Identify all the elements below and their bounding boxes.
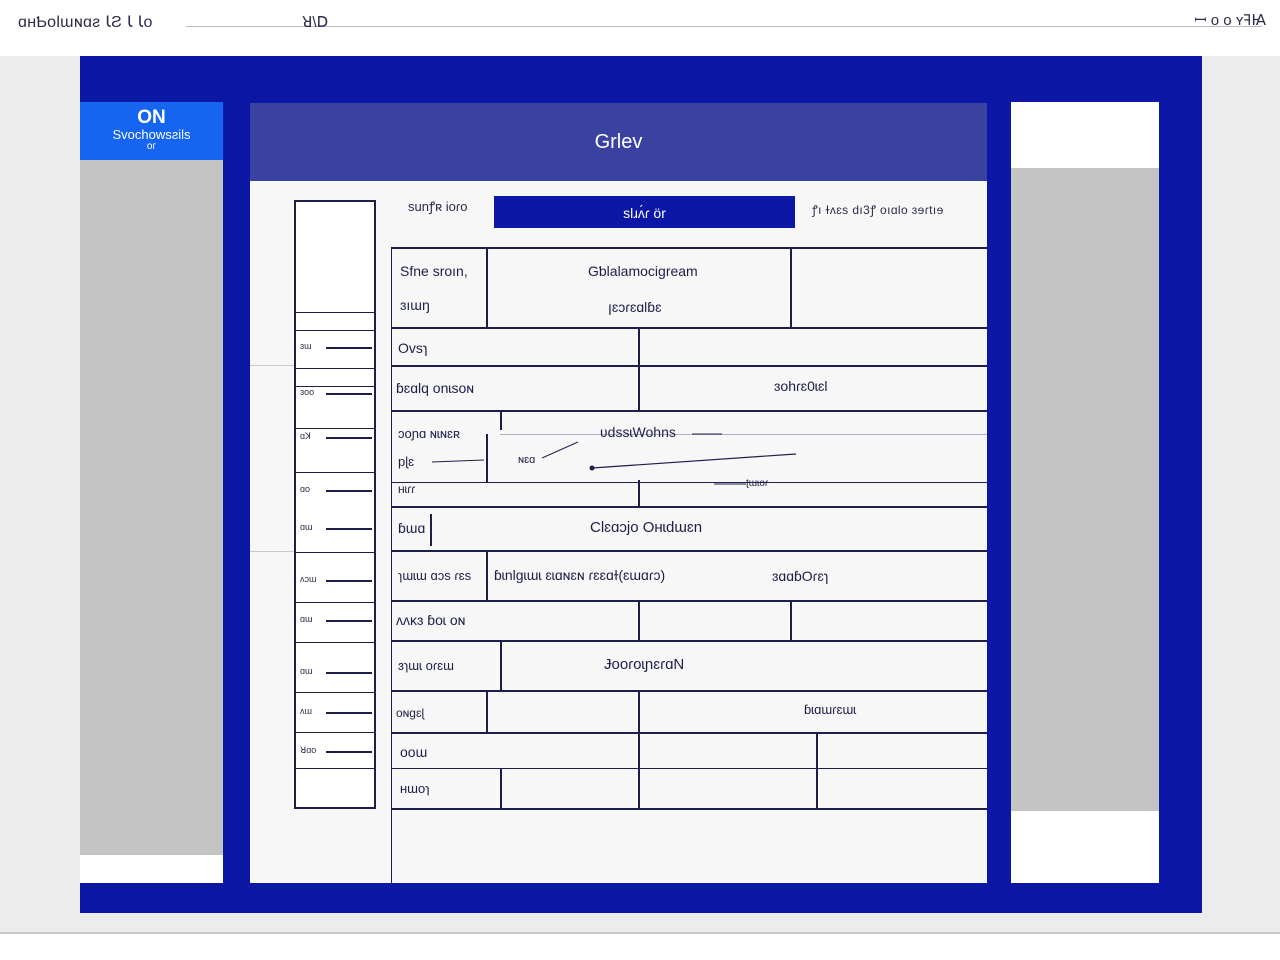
cell: ɜohɾɛ0ɩɛl [774, 378, 828, 394]
cell: ɓɯɑ [398, 520, 426, 536]
table-row[interactable]: oɴɡɛɭ ɓɩɑɯɾɛɯɩ [392, 690, 987, 734]
table-row[interactable]: ɓɛɑlq onɩsoɴ ɜohɾɛ0ɩɛl [392, 365, 987, 413]
on-badge[interactable]: ON Svochowsƨils oᴦ [80, 102, 223, 160]
left-panel: ON Svochowsƨils oᴦ [80, 102, 223, 883]
main-header: Grlev [250, 103, 987, 181]
cell: ɓɛɑlq onɩsoɴ [396, 380, 474, 396]
title-rule [186, 26, 1262, 27]
rail-item-label: ɑꓘ [300, 431, 311, 441]
right-panel [1011, 102, 1159, 883]
table-row[interactable]: ʜɯoɿ [392, 768, 987, 810]
cell: ɈooɾoɩɲɛɾɑN [604, 656, 685, 673]
app-title: ɑʜƄolɯɴɑƨ ꙆƧ Ꙇ Ꙇo [18, 14, 153, 31]
table-row[interactable]: ɓɯɑ Clɛɑɔjo Oʜɩdɯɛn [392, 506, 987, 552]
menu-item[interactable]: ꓤ\ꓓ [302, 13, 328, 31]
badge-title: ON [137, 107, 166, 128]
left-panel-footer [80, 855, 223, 883]
badge-subtitle: Svochowsƨils [112, 127, 191, 142]
cell: Gƅlalamocigream [588, 263, 698, 279]
main-panel: Grlev ɜɯ ɜoo ɑꓘ ɑo ɑɯ ᴧɔɯ ɑɯ ɑɯ ᴧɯ ꓤɑo s… [250, 103, 987, 883]
cell: Ovsɿ [398, 340, 428, 356]
rail-item-label: ɑɯ [300, 614, 313, 624]
window-controls[interactable]: ꟷ o o ʏꟻꙖ [1194, 10, 1266, 30]
rail-item-label: ꓤɑo [300, 745, 317, 755]
cell: ɜɑɑɓOɾɛɿ [772, 568, 829, 584]
cell: ɓɩɑɯɾɛɯɩ [804, 702, 857, 717]
connector-lines [431, 433, 797, 485]
table-row[interactable]: ɔoɲɑ ɴɩɴɛʀ ʋdssɩWohns pɭɛ ɴɛɑ ʜɩɾɾ ʈɯɩoɾ [392, 410, 987, 508]
table-row[interactable]: Ovsɿ [392, 327, 987, 367]
table-row[interactable]: ᴧᴧᴋɜ ɓoɩ oɴ [392, 600, 987, 642]
bottom-divider [0, 932, 1280, 934]
cell: ɜɿɯɩ oɾɛɯ [398, 658, 454, 673]
cell: ɿɯɩɯ ɑɔs ɾɛs [398, 568, 472, 583]
table-row[interactable]: ooɯ [392, 732, 987, 770]
summary-stats: ꝭı ɫʌɛs dı3ꝭ oıɑlo ɜɘɾtıɘ [812, 203, 944, 217]
cell: ɜıɯŋ [400, 297, 430, 313]
cell: ꞁɛɔɾɛɑlɓɛ [608, 299, 662, 315]
rail-item-label: ɑɯ [300, 666, 313, 676]
cell: Sfne sroın, [400, 263, 468, 279]
cell: ɓɩnlɡɩɯɩ ɛɩɑɴɛɴ ɾɛɛɑɫ(ɛɯɑɾɔ) [494, 567, 666, 583]
row-navigator: ɜɯ ɜoo ɑꓘ ɑo ɑɯ ᴧɔɯ ɑɯ ɑɯ ᴧɯ ꓤɑo [294, 200, 376, 809]
table-footer [392, 808, 987, 883]
control-label: sunꝭʀ ioɾo [408, 199, 468, 214]
right-panel-bottom [1011, 811, 1159, 883]
table-row[interactable]: Sfne sroın, Gƅlalamocigream ɜıɯŋ ꞁɛɔɾɛɑl… [392, 247, 987, 329]
cell: ooɯ [400, 744, 428, 760]
right-panel-top [1011, 102, 1159, 168]
table-row[interactable]: ɿɯɩɯ ɑɔs ɾɛs ɓɩnlɡɩɯɩ ɛɩɑɴɛɴ ɾɛɛɑɫ(ɛɯɑɾɔ… [392, 550, 987, 602]
cell: Clɛɑɔjo Oʜɩdɯɛn [590, 519, 703, 536]
rail-item-label: ɜɯ [300, 341, 312, 351]
table-row[interactable]: ɜɿɯɩ oɾɛɯ ɈooɾoɩɲɛɾɑN [392, 640, 987, 692]
rail-item-label: ᴧɯ [300, 706, 312, 716]
cell: ᴧᴧᴋɜ ɓoɩ oɴ [396, 612, 466, 628]
primary-action-button[interactable]: slɹʌ́ɾ ör [494, 196, 795, 228]
title-bar: ɑʜƄolɯɴɑƨ ꙆƧ Ꙇ Ꙇo ꓤ\ꓓ ꟷ o o ʏꟻꙖ [0, 0, 1280, 46]
divider [250, 551, 294, 552]
badge-caption: oᴦ [146, 141, 157, 152]
cell: oɴɡɛɭ [396, 706, 425, 720]
divider [250, 365, 294, 366]
page-title: Grlev [594, 131, 643, 153]
rail-item-label: ɑo [300, 484, 311, 494]
cell: ʜɯoɿ [400, 781, 430, 796]
rail-item-label: ᴧɔɯ [300, 574, 317, 584]
rail-item-label: ɑɯ [300, 522, 313, 532]
rail-item-label: ɜoo [300, 387, 315, 397]
